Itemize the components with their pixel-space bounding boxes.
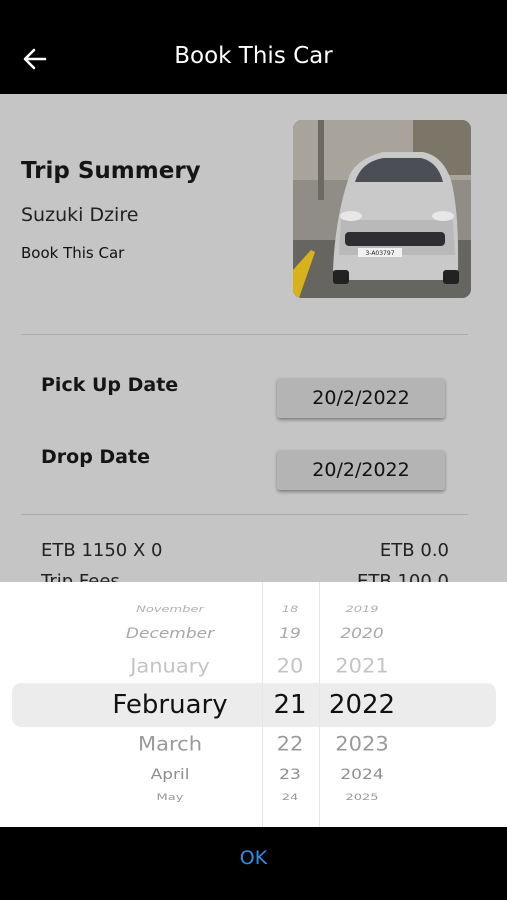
drop-date-button[interactable]: 20/2/2022 <box>277 450 445 490</box>
picker-selection-band <box>12 683 496 727</box>
date-picker[interactable]: November December January February March Apri… <box>0 582 507 827</box>
picker-column-divider <box>319 582 320 827</box>
booking-content: Trip Summery Suzuki Dzire Book This Car … <box>0 94 507 582</box>
day-option-selected[interactable]: 21 <box>273 690 306 720</box>
year-option[interactable]: 2025 <box>345 793 378 803</box>
app-bar: Book This Car <box>0 0 507 94</box>
day-option[interactable]: 24 <box>282 793 299 803</box>
trip-summary-title: Trip Summery <box>21 158 201 184</box>
month-option[interactable]: April <box>151 767 190 783</box>
day-option[interactable]: 23 <box>279 767 301 783</box>
car-image: 3-A03797 <box>293 120 471 298</box>
car-photo: 3-A03797 <box>293 120 471 298</box>
month-option-selected[interactable]: February <box>112 690 227 720</box>
day-option[interactable]: 19 <box>279 626 301 642</box>
month-option[interactable]: December <box>126 626 214 642</box>
year-option-selected[interactable]: 2022 <box>329 690 395 720</box>
year-option[interactable]: 2019 <box>345 605 378 615</box>
fee-value: ETB 100.0 <box>357 571 449 582</box>
month-option[interactable]: November <box>136 605 204 615</box>
pickup-date-button[interactable]: 20/2/2022 <box>277 378 445 418</box>
day-option[interactable]: 18 <box>282 605 299 615</box>
bottom-bar: OK <box>0 827 507 900</box>
pickup-date-label: Pick Up Date <box>41 374 179 396</box>
year-option[interactable]: 2021 <box>335 655 388 677</box>
car-name: Suzuki Dzire <box>21 204 139 226</box>
year-option[interactable]: 2023 <box>335 733 388 755</box>
page-title: Book This Car <box>174 43 333 69</box>
divider <box>21 334 468 335</box>
month-option[interactable]: May <box>157 793 184 803</box>
fee-label: Trip Fees <box>41 571 120 582</box>
car-subtitle: Book This Car <box>21 244 125 262</box>
drop-date-label: Drop Date <box>41 446 150 468</box>
fee-label: ETB 1150 X 0 <box>41 540 163 561</box>
license-plate: 3-A03797 <box>365 250 394 257</box>
month-option[interactable]: January <box>130 655 210 677</box>
year-option[interactable]: 2020 <box>340 626 383 642</box>
picker-column-divider <box>262 582 263 827</box>
day-option[interactable]: 20 <box>277 655 304 677</box>
divider <box>21 514 468 515</box>
fee-value: ETB 0.0 <box>379 540 449 561</box>
month-option[interactable]: March <box>138 733 202 755</box>
day-option[interactable]: 22 <box>277 733 304 755</box>
year-option[interactable]: 2024 <box>340 767 383 783</box>
ok-button[interactable]: OK <box>0 847 507 869</box>
